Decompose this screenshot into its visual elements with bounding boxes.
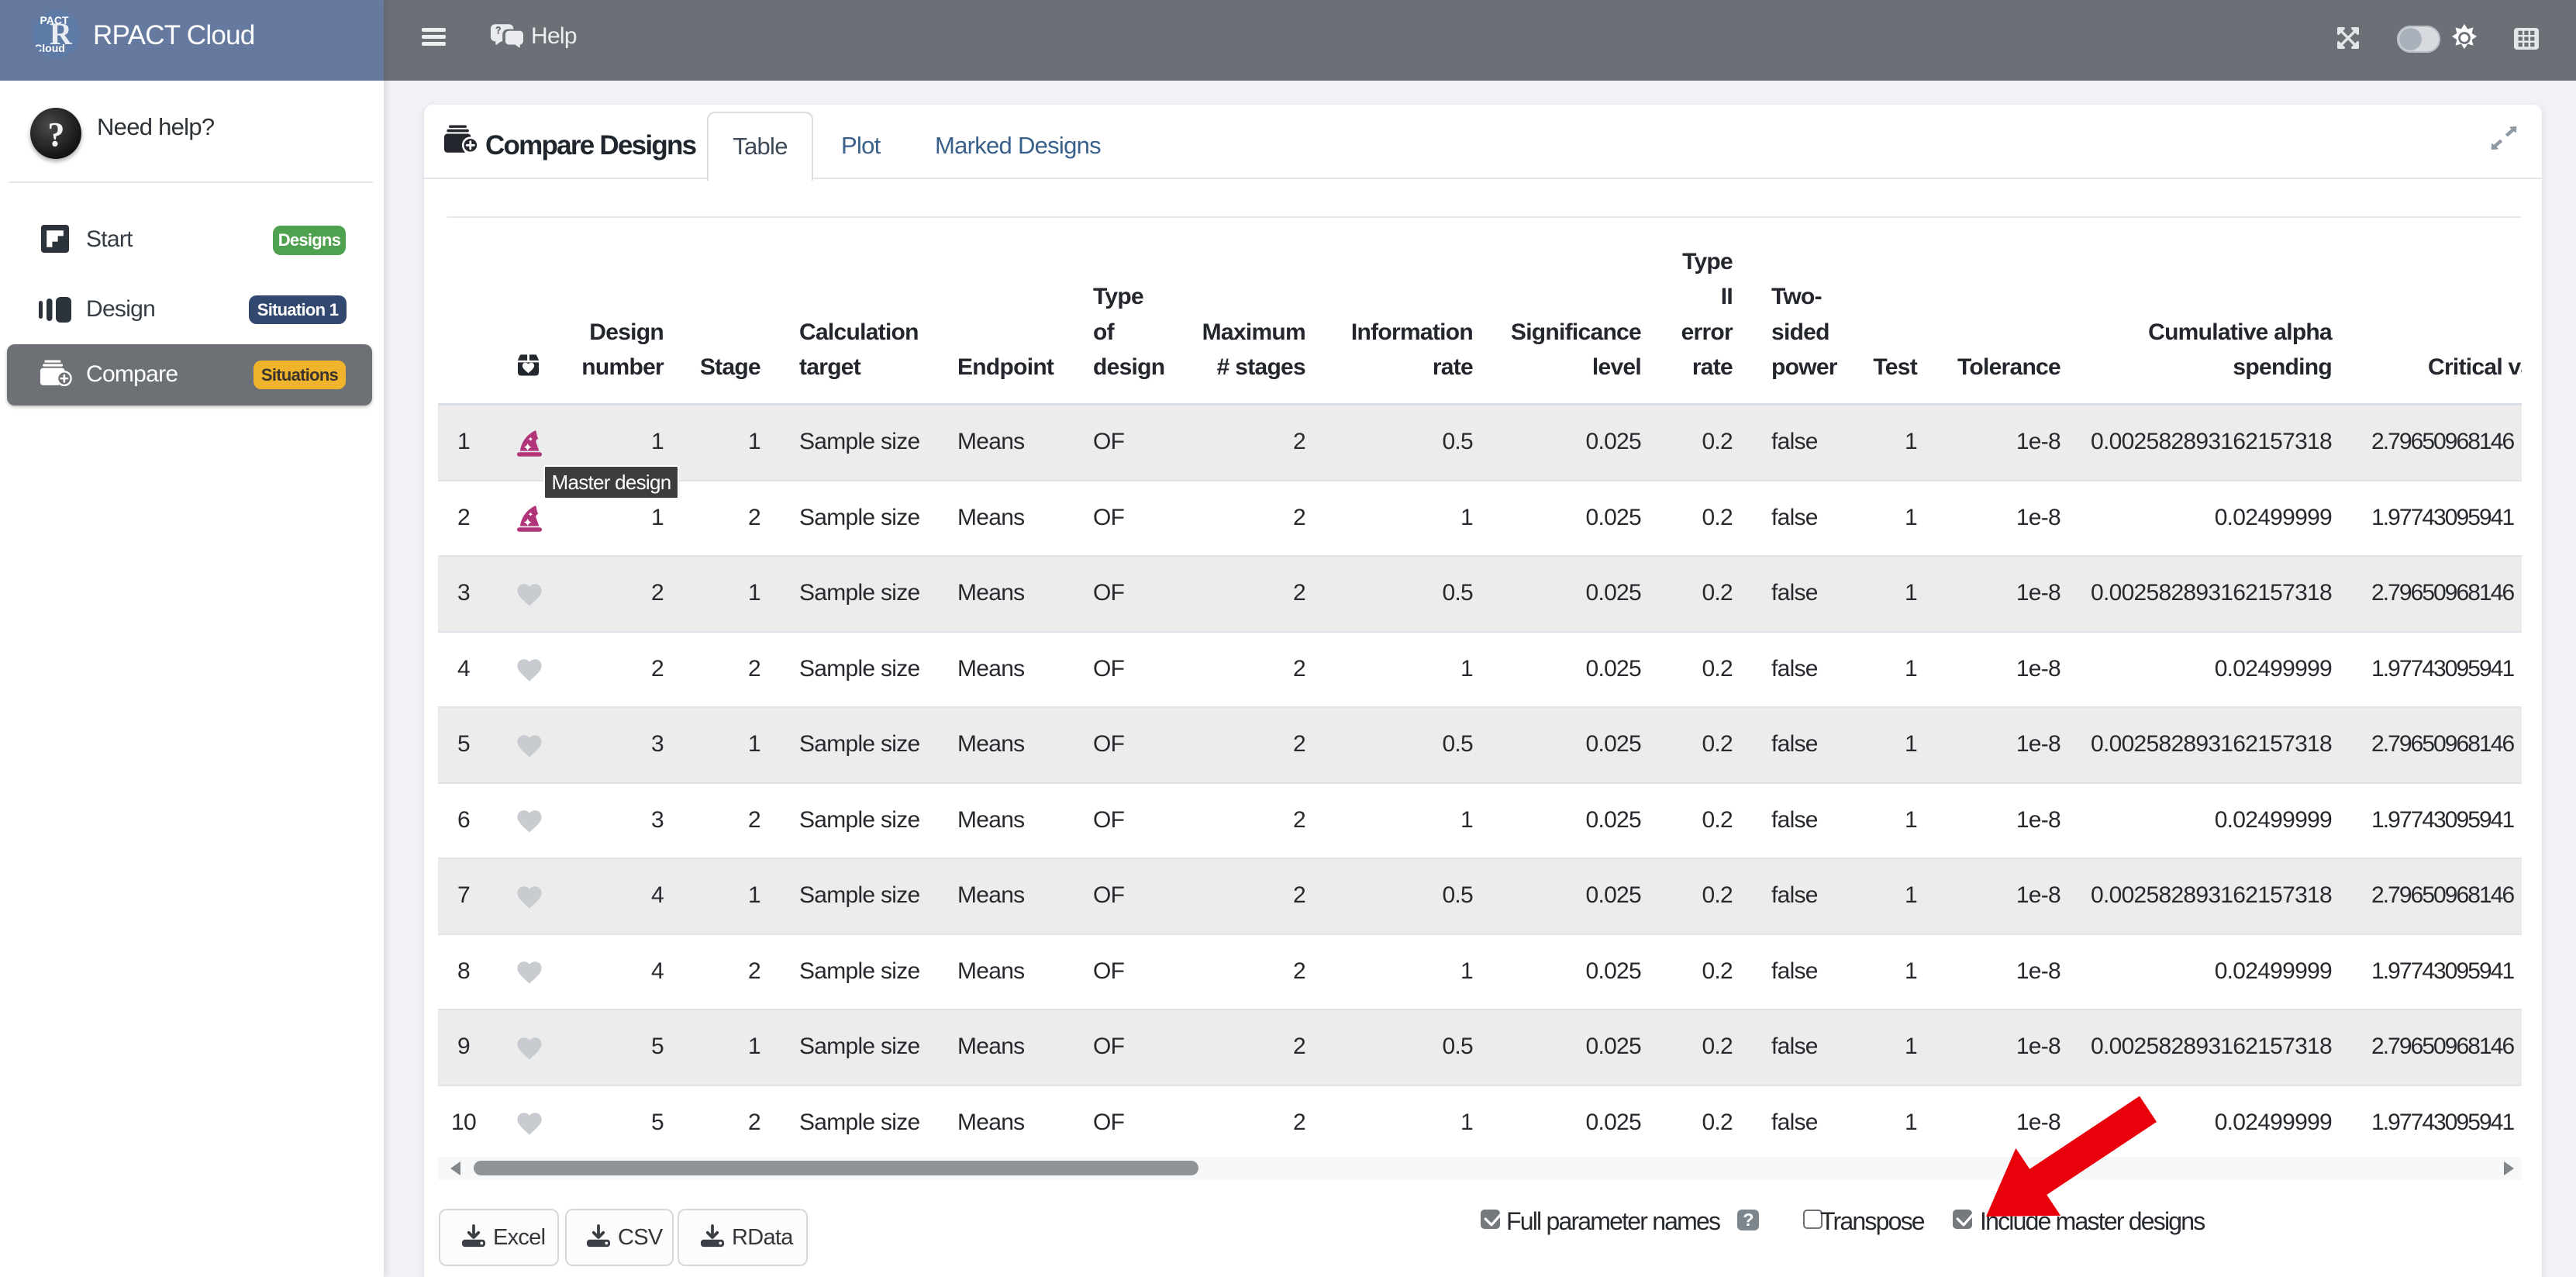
svg-text:PACT: PACT bbox=[40, 14, 69, 26]
